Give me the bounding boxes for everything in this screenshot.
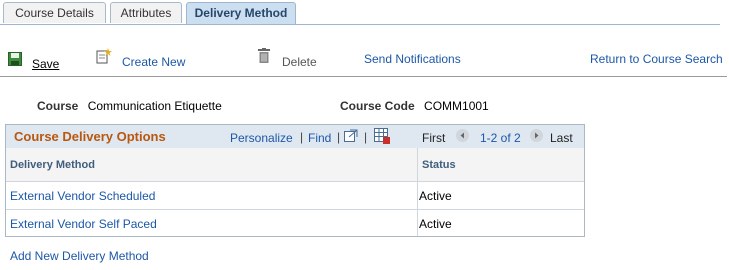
save-label: Save: [32, 57, 60, 71]
tab-attributes[interactable]: Attributes: [110, 2, 182, 23]
course-code-field: Course Code COMM1001: [340, 99, 489, 113]
course-value: Communication Etiquette: [87, 99, 222, 113]
separator: |: [300, 130, 304, 144]
column-header-status[interactable]: Status: [418, 148, 584, 181]
delivery-method-link[interactable]: External Vendor Self Paced: [10, 217, 157, 231]
previous-icon[interactable]: [456, 129, 469, 142]
grid-title: Course Delivery Options: [14, 129, 166, 144]
return-to-course-search-link[interactable]: Return to Course Search: [590, 47, 723, 71]
find-link[interactable]: Find: [308, 131, 331, 145]
column-header-label: Status: [422, 159, 456, 171]
add-new-delivery-method-link[interactable]: Add New Delivery Method: [10, 249, 149, 263]
column-header-delivery-method[interactable]: Delivery Method: [6, 148, 417, 181]
delivery-method-link[interactable]: External Vendor Scheduled: [10, 189, 155, 203]
tab-divider: [0, 24, 720, 25]
return-label: Return to Course Search: [590, 52, 723, 66]
trash-icon: [258, 47, 270, 63]
table-row: External Vendor Scheduled Active: [6, 181, 584, 209]
next-icon[interactable]: [530, 129, 543, 142]
create-new-button[interactable]: Create New: [96, 47, 185, 71]
first-label: First: [422, 131, 446, 145]
send-notifications-label: Send Notifications: [364, 52, 461, 66]
separator: |: [364, 130, 368, 144]
tab-course-details[interactable]: Course Details: [3, 2, 106, 23]
status-value: Active: [419, 189, 452, 203]
tab-bar: Course Details Attributes Delivery Metho…: [0, 0, 720, 26]
page-range: 1-2 of 2: [480, 131, 521, 145]
grid-header: Course Delivery Options Personalize | Fi…: [6, 125, 584, 148]
status-value: Active: [419, 217, 452, 231]
delete-label: Delete: [282, 55, 317, 69]
save-button[interactable]: Save: [8, 47, 59, 71]
course-label: Course: [37, 99, 79, 113]
course-code-value: COMM1001: [424, 99, 489, 113]
save-icon: [8, 52, 22, 66]
course-field: Course Communication Etiquette: [37, 99, 222, 113]
column-header-label: Delivery Method: [10, 159, 95, 171]
toolbar-divider: [0, 76, 727, 77]
separator: |: [337, 130, 341, 144]
download-grid-icon[interactable]: [374, 128, 390, 147]
course-delivery-options-grid: Course Delivery Options Personalize | Fi…: [5, 124, 585, 237]
course-code-label: Course Code: [340, 99, 415, 113]
table-row: External Vendor Self Paced Active: [6, 209, 584, 237]
send-notifications-link[interactable]: Send Notifications: [364, 47, 461, 71]
tab-delivery-method[interactable]: Delivery Method: [186, 2, 296, 25]
personalize-link[interactable]: Personalize: [230, 131, 293, 145]
column-divider: [417, 148, 418, 236]
delete-button[interactable]: Delete: [258, 47, 317, 71]
last-label: Last: [550, 131, 573, 145]
create-new-icon: [96, 48, 112, 64]
view-all-icon[interactable]: [344, 129, 358, 145]
create-new-label: Create New: [122, 55, 186, 69]
